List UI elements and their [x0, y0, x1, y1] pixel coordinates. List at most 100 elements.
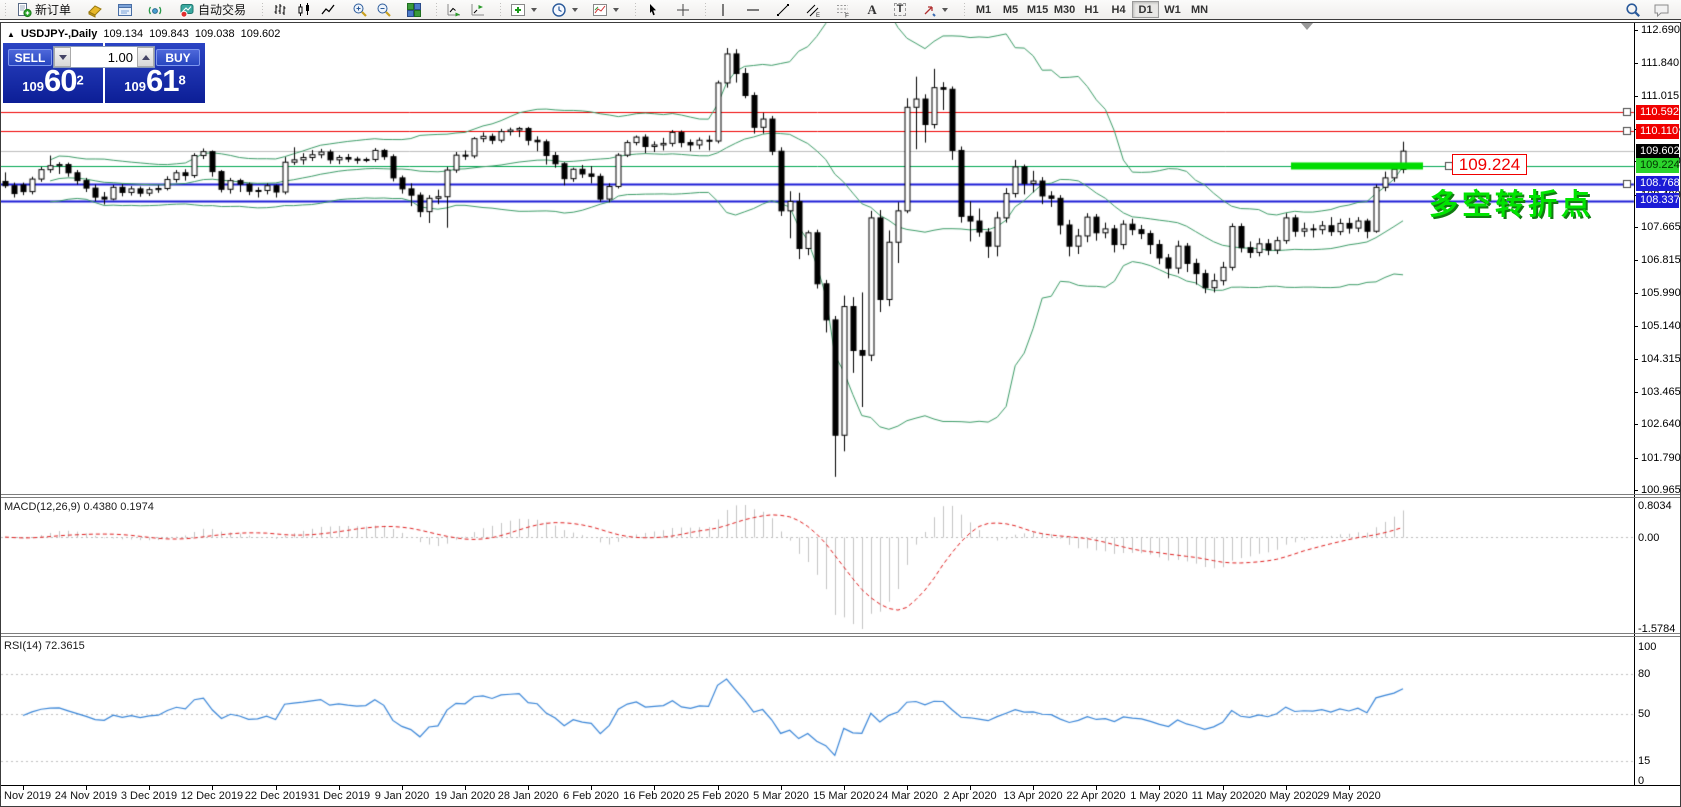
search-icon[interactable] [1625, 2, 1641, 18]
text-label-icon: T [894, 3, 907, 16]
templates-button[interactable] [588, 1, 623, 19]
macd-axis-label: 0.00 [1638, 531, 1659, 545]
market-watch-button[interactable] [83, 1, 107, 19]
timeframe-mn[interactable]: MN [1186, 1, 1213, 18]
date-label: 29 May 2020 [1304, 790, 1394, 802]
chart-title: ▲ USDJPY-,Daily 109.134 109.843 109.038 … [7, 28, 280, 41]
text-button[interactable]: A [861, 1, 883, 19]
timeframe-d1[interactable]: D1 [1132, 1, 1159, 18]
chevron-down-icon [613, 8, 619, 12]
triangle-up-icon [142, 55, 150, 60]
ohlc-low: 109.038 [195, 28, 235, 41]
chat-icon[interactable] [1653, 2, 1671, 18]
pivot-annotation: 多空转折点 [1429, 181, 1594, 223]
price-chart-canvas[interactable] [1, 23, 1680, 785]
candlestick-chart-button[interactable] [292, 1, 316, 19]
timeframe-m5[interactable]: M5 [997, 1, 1024, 18]
bar-chart-button[interactable] [268, 1, 292, 19]
tile-windows-icon [406, 2, 422, 18]
navigator-button[interactable] [143, 1, 167, 19]
channel-icon: E [805, 2, 821, 18]
autotrading-button[interactable]: 自动交易 [175, 1, 250, 19]
channel-button[interactable]: E [801, 1, 825, 19]
price-level-tag[interactable]: 109.602 [1636, 144, 1679, 159]
data-window-button[interactable] [113, 1, 137, 19]
timeframe-w1[interactable]: W1 [1159, 1, 1186, 18]
price-axis-line [1634, 23, 1635, 785]
chevron-down-icon [942, 8, 948, 12]
timeframe-group: M1 M5 M15 M30 H1 H4 D1 W1 MN [970, 1, 1213, 18]
chart-shift-button[interactable] [466, 1, 490, 19]
crosshair-icon [675, 2, 691, 18]
horizontal-line-icon [745, 2, 761, 18]
auto-scroll-button[interactable] [442, 1, 466, 19]
vertical-line-button[interactable] [711, 1, 735, 19]
panel-separator[interactable] [1, 497, 1680, 498]
chevron-down-icon [572, 8, 578, 12]
market-watch-icon [87, 2, 103, 18]
price-tick [1634, 63, 1638, 64]
volume-input[interactable] [71, 47, 137, 67]
timeframe-m1[interactable]: M1 [970, 1, 997, 18]
price-tick [1634, 392, 1638, 393]
periods-icon [551, 2, 567, 18]
ohlc-open: 109.134 [103, 28, 143, 41]
one-click-trading-panel: SELL 109602 BUY 109618 [3, 43, 205, 103]
fibonacci-button[interactable]: F [831, 1, 855, 19]
data-window-icon [117, 2, 133, 18]
volume-increase-button[interactable] [137, 47, 154, 67]
zoom-out-button[interactable] [372, 1, 396, 19]
line-chart-icon [320, 2, 336, 18]
ohlc-close: 109.602 [241, 28, 281, 41]
price-level-tag[interactable]: 108.337 [1636, 193, 1679, 208]
indicators-button[interactable] [506, 1, 541, 19]
price-tick-label: 105.990 [1641, 286, 1681, 300]
toolbar-grip [633, 3, 638, 17]
price-level-tag[interactable]: 108.768 [1636, 176, 1679, 191]
text-label-button[interactable]: T [889, 1, 911, 19]
price-tick [1634, 96, 1638, 97]
cursor-button[interactable] [641, 1, 665, 19]
price-tick-label: 103.465 [1641, 385, 1681, 399]
timeframe-m15[interactable]: M15 [1024, 1, 1051, 18]
timeframe-h1[interactable]: H1 [1078, 1, 1105, 18]
tile-windows-button[interactable] [402, 1, 426, 19]
price-tick [1634, 293, 1638, 294]
line-chart-button[interactable] [316, 1, 340, 19]
autotrading-label: 自动交易 [198, 1, 246, 18]
zoom-in-button[interactable] [348, 1, 372, 19]
price-tick-label: 101.790 [1641, 451, 1681, 465]
svg-text:F: F [845, 12, 849, 18]
trendline-button[interactable] [771, 1, 795, 19]
timeframe-h4[interactable]: H4 [1105, 1, 1132, 18]
panel-separator[interactable] [1, 636, 1680, 637]
price-level-tag[interactable]: 109.224 [1636, 158, 1679, 173]
autotrading-icon [179, 2, 195, 18]
buy-price: 109618 [105, 63, 205, 99]
panel-separator[interactable] [1, 633, 1680, 634]
rsi-axis-label: 100 [1638, 640, 1656, 654]
panel-separator[interactable] [1, 494, 1680, 495]
new-order-button[interactable]: 新订单 [12, 1, 75, 19]
toolbar: 新订单 自动交易 [0, 0, 1681, 20]
macd-axis-label: 0.8034 [1638, 499, 1672, 513]
arrows-button[interactable] [917, 1, 952, 19]
arrows-icon [921, 2, 937, 18]
price-callout[interactable]: 109.224 [1452, 154, 1527, 175]
timeframe-m30[interactable]: M30 [1051, 1, 1078, 18]
price-tick [1634, 326, 1638, 327]
price-tick-label: 106.815 [1641, 253, 1681, 267]
macd-label: MACD(12,26,9) 0.4380 0.1974 [4, 501, 154, 513]
bar-chart-icon [272, 2, 288, 18]
horizontal-line-button[interactable] [741, 1, 765, 19]
toolbar-grip [434, 3, 439, 17]
crosshair-button[interactable] [671, 1, 695, 19]
zoom-out-icon [376, 2, 392, 18]
volume-decrease-button[interactable] [54, 47, 71, 67]
price-level-tag[interactable]: 110.592 [1636, 105, 1679, 120]
price-level-tag[interactable]: 110.110 [1636, 124, 1679, 139]
price-tick [1634, 458, 1638, 459]
sell-price: 109602 [3, 63, 103, 99]
periods-button[interactable] [547, 1, 582, 19]
price-tick [1634, 227, 1638, 228]
